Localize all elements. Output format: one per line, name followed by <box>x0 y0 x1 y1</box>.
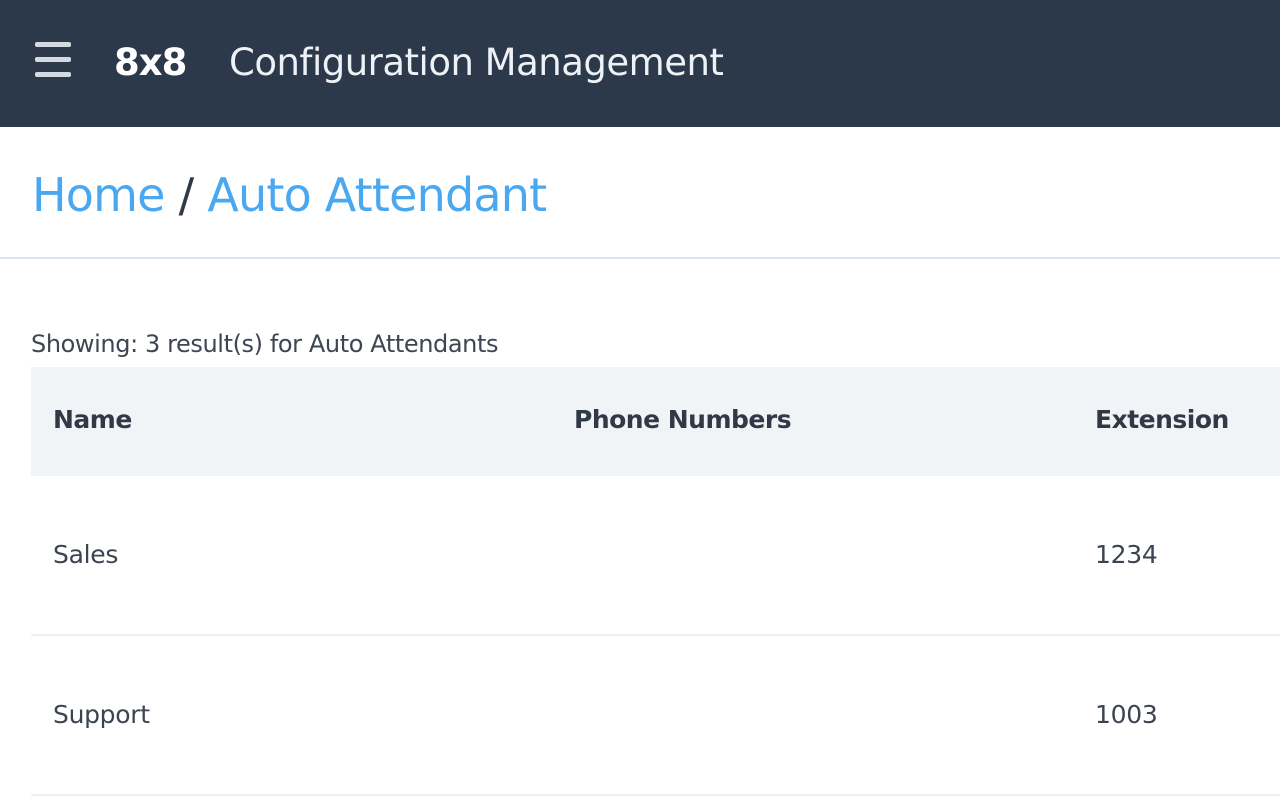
column-header-name[interactable]: Name <box>53 367 132 476</box>
top-navigation-bar: 8x8 Configuration Management <box>0 0 1280 127</box>
breadcrumb-auto-attendant-link[interactable]: Auto Attendant <box>207 168 547 222</box>
cell-name: Sales <box>53 540 119 569</box>
column-header-extension[interactable]: Extension <box>1095 367 1229 476</box>
breadcrumb-home-link[interactable]: Home <box>32 168 165 222</box>
table-row[interactable]: Support 1003 <box>31 636 1280 796</box>
column-header-phone-numbers[interactable]: Phone Numbers <box>574 367 792 476</box>
header-divider <box>0 257 1280 259</box>
brand-logo[interactable]: 8x8 <box>114 37 187 89</box>
breadcrumb-separator: / <box>178 168 194 222</box>
results-summary: Showing: 3 result(s) for Auto Attendants <box>31 330 499 358</box>
auto-attendants-table: Name Phone Numbers Extension Sales 1234 … <box>31 367 1280 796</box>
cell-extension: 1003 <box>1095 700 1158 729</box>
cell-extension: 1234 <box>1095 540 1158 569</box>
table-header-row: Name Phone Numbers Extension <box>31 367 1280 476</box>
cell-name: Support <box>53 700 150 729</box>
breadcrumb: Home / Auto Attendant <box>32 160 547 230</box>
hamburger-menu-icon[interactable] <box>30 38 76 84</box>
app-title: Configuration Management <box>229 41 724 84</box>
table-row[interactable]: Sales 1234 <box>31 476 1280 636</box>
